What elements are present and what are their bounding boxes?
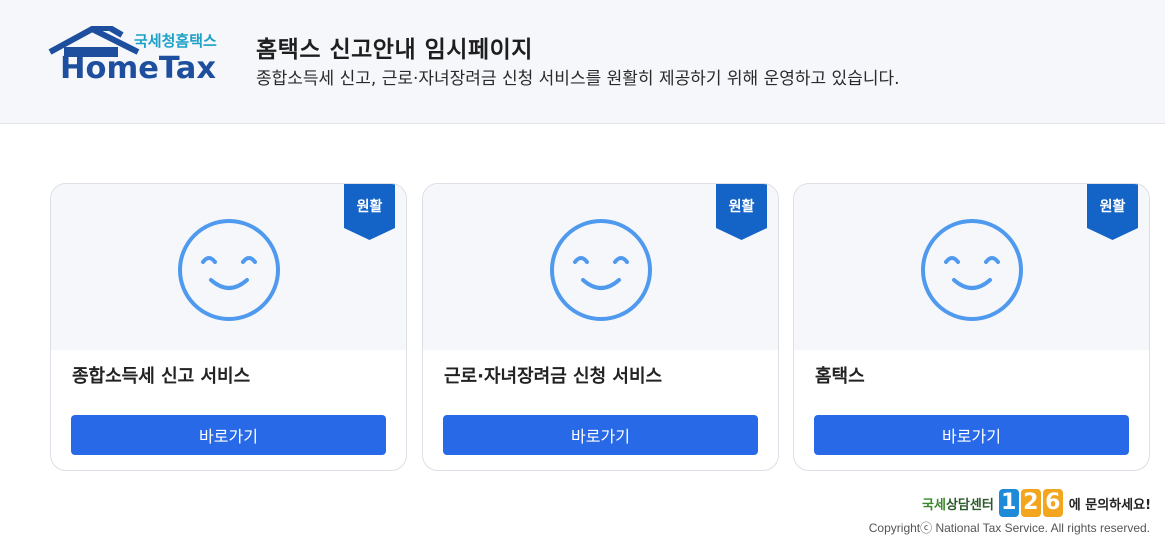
house-roof-icon: 국세청홈택스 HomeTax (48, 26, 217, 84)
status-badge-label: 원활 (356, 199, 383, 215)
helpline-brand-suffix: 상담센터 (945, 497, 994, 513)
helpline-brand-prefix: 국세 (922, 497, 946, 513)
card-visual: 원활 (51, 184, 406, 350)
page-header: 국세청홈택스 HomeTax 홈택스 신고안내 임시페이지 종합소득세 신고, … (0, 0, 1165, 124)
card-visual: 원활 (794, 184, 1149, 350)
go-button-income-tax[interactable]: 바로가기 (71, 415, 386, 455)
card-visual: 원활 (423, 184, 778, 350)
page-subtitle: 종합소득세 신고, 근로·자녀장려금 신청 서비스를 원활히 제공하기 위해 운… (256, 69, 900, 89)
logo-wordmark: HomeTax (60, 51, 216, 84)
helpline-suffix: 에 문의하세요! (1068, 497, 1151, 513)
card-title: 홈택스 (815, 366, 865, 387)
helpline-digit: 2 (1020, 489, 1041, 517)
service-card-incentive: 원활 근로·자녀장려금 신청 서비스 바로가기 (422, 183, 779, 471)
status-badge-label: 원활 (728, 199, 755, 215)
go-button-incentive[interactable]: 바로가기 (443, 415, 758, 455)
status-badge: 원활 (716, 184, 767, 240)
status-badge: 원활 (1087, 184, 1138, 240)
smile-icon (549, 219, 652, 321)
service-card-hometax: 원활 홈택스 바로가기 (793, 183, 1150, 471)
page-title: 홈택스 신고안내 임시페이지 (256, 37, 533, 63)
helpline-digit: 1 (998, 489, 1019, 517)
copyright-text: Copyrightⓒ National Tax Service. All rig… (868, 521, 1150, 535)
card-title: 종합소득세 신고 서비스 (72, 366, 251, 387)
smile-icon (177, 219, 280, 321)
helpline-banner: 국세상담센터 1 2 6 에 문의하세요! (922, 488, 1151, 518)
smile-icon (920, 219, 1023, 321)
card-title: 근로·자녀장려금 신청 서비스 (444, 366, 663, 387)
status-badge: 원활 (344, 184, 395, 240)
helpline-number: 1 2 6 (997, 489, 1063, 517)
helpline-digit: 6 (1042, 489, 1063, 517)
hometax-logo[interactable]: 국세청홈택스 HomeTax (48, 26, 220, 84)
status-badge-label: 원활 (1099, 199, 1126, 215)
helpline-brand: 국세상담센터 (922, 494, 994, 513)
go-button-hometax[interactable]: 바로가기 (814, 415, 1129, 455)
logo-org-text: 국세청홈택스 (134, 32, 217, 50)
service-card-income-tax: 원활 종합소득세 신고 서비스 바로가기 (50, 183, 407, 471)
